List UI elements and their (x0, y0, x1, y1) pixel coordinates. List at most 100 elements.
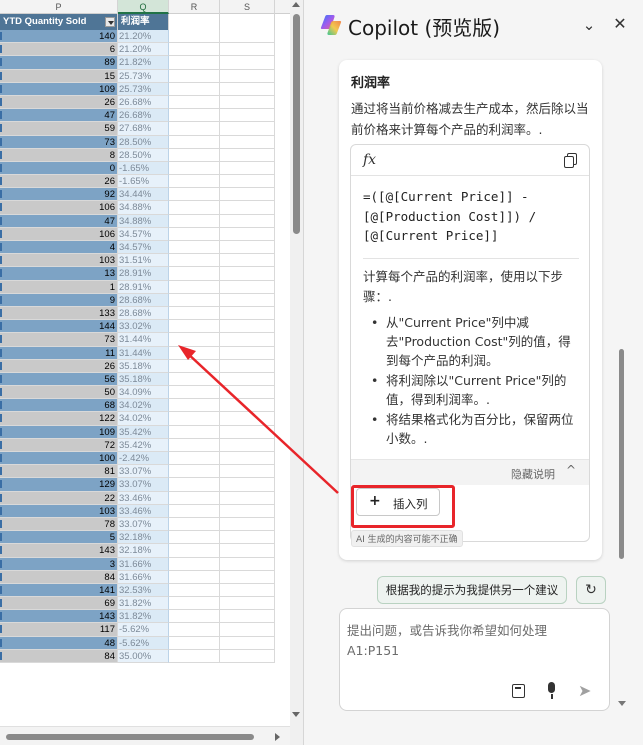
cell-empty-s[interactable] (220, 597, 275, 611)
cell-ytd-quantity[interactable]: 26 (0, 359, 118, 373)
cell-ytd-quantity[interactable]: 50 (0, 386, 118, 400)
cell-empty-s[interactable] (220, 557, 275, 571)
cell-ytd-quantity[interactable]: 6 (0, 43, 118, 57)
header-blank-s[interactable] (220, 14, 275, 30)
cell-empty-s[interactable] (220, 227, 275, 241)
cell-empty-s[interactable] (220, 280, 275, 294)
scroll-up-arrow-icon[interactable] (292, 2, 300, 7)
cell-profit-margin[interactable]: -2.42% (118, 452, 169, 466)
cell-profit-margin[interactable]: 31.82% (118, 597, 169, 611)
cell-profit-margin[interactable]: 21.20% (118, 30, 169, 44)
cell-empty-r[interactable] (169, 267, 220, 281)
cell-ytd-quantity[interactable]: 129 (0, 478, 118, 492)
cell-profit-margin[interactable]: 35.42% (118, 425, 169, 439)
cell-empty-r[interactable] (169, 241, 220, 255)
cell-empty-s[interactable] (220, 386, 275, 400)
cell-empty-s[interactable] (220, 109, 275, 123)
cell-empty-s[interactable] (220, 504, 275, 518)
cell-ytd-quantity[interactable]: 0 (0, 161, 118, 176)
cell-ytd-quantity[interactable]: 106 (0, 201, 118, 215)
cell-empty-s[interactable] (220, 583, 275, 598)
cell-profit-margin[interactable]: 31.44% (118, 346, 169, 360)
cell-empty-r[interactable] (169, 372, 220, 387)
cell-profit-margin[interactable]: 32.53% (118, 583, 169, 598)
cell-empty-r[interactable] (169, 56, 220, 70)
prompt-guide-icon[interactable] (512, 684, 525, 698)
cell-empty-r[interactable] (169, 135, 220, 149)
cell-empty-r[interactable] (169, 95, 220, 110)
cell-empty-r[interactable] (169, 359, 220, 373)
cell-profit-margin[interactable]: 31.66% (118, 557, 169, 571)
cell-profit-margin[interactable]: 34.57% (118, 227, 169, 241)
cell-profit-margin[interactable]: 27.68% (118, 122, 169, 136)
close-icon[interactable]: ✕ (611, 15, 629, 33)
cell-ytd-quantity[interactable]: 9 (0, 293, 118, 307)
cell-empty-r[interactable] (169, 386, 220, 400)
cell-profit-margin[interactable]: 34.88% (118, 201, 169, 215)
cell-empty-r[interactable] (169, 82, 220, 96)
cell-profit-margin[interactable]: 21.82% (118, 56, 169, 70)
cell-ytd-quantity[interactable]: 73 (0, 333, 118, 347)
cell-profit-margin[interactable]: 35.00% (118, 649, 169, 663)
cell-empty-r[interactable] (169, 293, 220, 307)
cell-empty-s[interactable] (220, 254, 275, 268)
cell-empty-r[interactable] (169, 320, 220, 334)
cell-profit-margin[interactable]: -1.65% (118, 161, 169, 176)
cell-empty-s[interactable] (220, 69, 275, 83)
cell-ytd-quantity[interactable]: 48 (0, 636, 118, 650)
cell-ytd-quantity[interactable]: 100 (0, 452, 118, 466)
cell-empty-r[interactable] (169, 452, 220, 466)
sheet-vertical-scroll-thumb[interactable] (293, 14, 300, 234)
cell-profit-margin[interactable]: 34.02% (118, 399, 169, 413)
cell-empty-s[interactable] (220, 333, 275, 347)
cell-profit-margin[interactable]: 35.42% (118, 438, 169, 452)
cell-ytd-quantity[interactable]: 84 (0, 649, 118, 663)
cell-empty-r[interactable] (169, 623, 220, 637)
cell-empty-r[interactable] (169, 610, 220, 624)
cell-empty-r[interactable] (169, 570, 220, 584)
cell-empty-s[interactable] (220, 267, 275, 281)
cell-empty-r[interactable] (169, 254, 220, 268)
cell-profit-margin[interactable]: 31.66% (118, 570, 169, 584)
cell-profit-margin[interactable]: 28.91% (118, 267, 169, 281)
cell-empty-s[interactable] (220, 30, 275, 44)
chevron-down-icon[interactable]: ⌄ (580, 16, 598, 34)
cell-ytd-quantity[interactable]: 144 (0, 320, 118, 334)
cell-empty-s[interactable] (220, 346, 275, 360)
cell-empty-r[interactable] (169, 188, 220, 202)
cell-ytd-quantity[interactable]: 3 (0, 557, 118, 571)
cell-ytd-quantity[interactable]: 84 (0, 570, 118, 584)
cell-profit-margin[interactable]: 33.46% (118, 504, 169, 518)
cell-profit-margin[interactable]: 31.82% (118, 610, 169, 624)
cell-profit-margin[interactable]: 28.68% (118, 293, 169, 307)
cell-ytd-quantity[interactable]: 56 (0, 372, 118, 387)
cell-empty-r[interactable] (169, 649, 220, 663)
cell-empty-r[interactable] (169, 491, 220, 505)
cell-empty-r[interactable] (169, 504, 220, 518)
cell-empty-s[interactable] (220, 465, 275, 479)
cell-empty-r[interactable] (169, 438, 220, 452)
cell-profit-margin[interactable]: 33.02% (118, 320, 169, 334)
hide-explanation-toggle[interactable]: 隐藏说明 ^ (351, 459, 589, 485)
cell-ytd-quantity[interactable]: 69 (0, 597, 118, 611)
cell-empty-r[interactable] (169, 412, 220, 426)
cell-ytd-quantity[interactable]: 109 (0, 82, 118, 96)
cell-empty-r[interactable] (169, 201, 220, 215)
copilot-scroll-thumb[interactable] (619, 349, 624, 559)
cell-ytd-quantity[interactable]: 73 (0, 135, 118, 149)
cell-profit-margin[interactable]: 33.07% (118, 517, 169, 532)
send-icon[interactable]: ➤ (578, 681, 591, 700)
cell-profit-margin[interactable]: 25.73% (118, 82, 169, 96)
cell-profit-margin[interactable]: 33.46% (118, 491, 169, 505)
header-ytd-quantity-sold[interactable]: YTD Quantity Sold (0, 14, 118, 30)
cell-ytd-quantity[interactable]: 78 (0, 517, 118, 532)
cell-empty-s[interactable] (220, 135, 275, 149)
cell-empty-s[interactable] (220, 122, 275, 136)
cell-empty-s[interactable] (220, 175, 275, 189)
cell-empty-s[interactable] (220, 399, 275, 413)
cell-profit-margin[interactable]: 32.18% (118, 531, 169, 545)
cell-profit-margin[interactable]: 35.18% (118, 359, 169, 373)
refresh-icon[interactable]: ↻ (576, 576, 606, 604)
cell-ytd-quantity[interactable]: 15 (0, 69, 118, 83)
copy-icon[interactable] (564, 153, 578, 169)
